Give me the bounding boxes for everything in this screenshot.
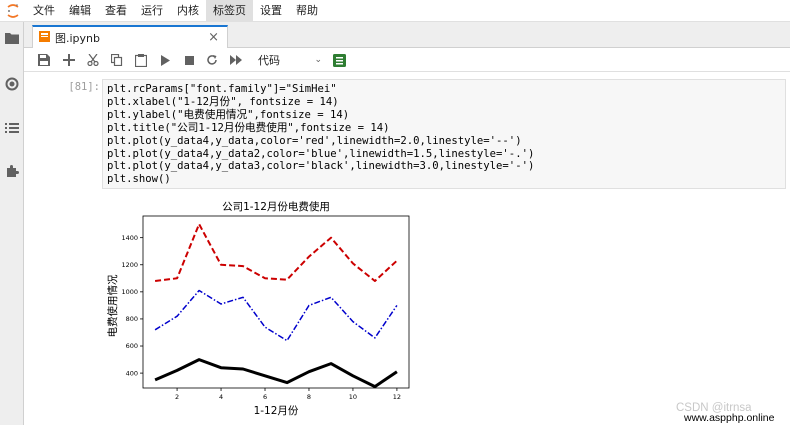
line-chart: 公司1-12月份电费使用 电费使用情况 1-12月份 2 4 6 8 10 12 400 60…	[106, 200, 410, 417]
x-tick-label: 6	[263, 393, 267, 401]
code-line: plt.rcParams["font.family"]="SimHei"	[107, 83, 337, 95]
tab-label: 图.ipynb	[55, 31, 100, 45]
property-inspector-icon[interactable]	[331, 52, 347, 68]
tab-notebook[interactable]: 图.ipynb ×	[32, 25, 228, 48]
x-tick-label: 4	[219, 393, 223, 401]
code-line: plt.ylabel("电费使用情况",fontsize = 14)	[107, 108, 350, 121]
code-line: plt.plot(y_data4,y_data3,color='black',l…	[107, 160, 535, 173]
menu-file[interactable]: 文件	[26, 0, 62, 22]
x-tick-label: 8	[307, 393, 311, 401]
notebook-toolbar: 代码 ⌄	[24, 48, 790, 72]
copy-icon[interactable]	[109, 52, 125, 68]
cell-type-dropdown[interactable]: 代码 ⌄	[256, 52, 322, 68]
cut-icon[interactable]	[85, 52, 101, 68]
chart-title: 公司1-12月份电费使用	[222, 200, 330, 213]
y-tick-label: 1000	[121, 288, 138, 296]
x-tick-label: 2	[175, 393, 179, 401]
x-tick-label: 10	[349, 393, 357, 401]
tab-bar: 图.ipynb ×	[24, 22, 790, 48]
menu-bar: 文件 编辑 查看 运行 内核 标签页 设置 帮助	[0, 0, 790, 22]
close-icon[interactable]: ×	[208, 30, 219, 45]
menu-kernel[interactable]: 内核	[170, 0, 206, 22]
code-editor[interactable]: plt.rcParams["font.family"]="SimHei" plt…	[102, 79, 786, 189]
menu-run[interactable]: 运行	[134, 0, 170, 22]
y-axis-label: 电费使用情况	[106, 274, 119, 337]
code-line: plt.plot(y_data4,y_data2,color='blue',li…	[107, 147, 535, 160]
y-tick-label: 600	[126, 342, 138, 350]
run-icon[interactable]	[157, 52, 173, 68]
menu-help[interactable]: 帮助	[289, 0, 325, 22]
site-watermark: www.aspphp.online	[684, 412, 775, 424]
folder-icon[interactable]	[4, 30, 20, 46]
y-tick-label: 800	[126, 315, 138, 323]
fast-forward-icon[interactable]	[228, 52, 244, 68]
left-sidebar	[0, 22, 24, 425]
toc-icon[interactable]	[4, 120, 20, 136]
menu-tabs[interactable]: 标签页	[206, 0, 253, 22]
series-line-3	[154, 358, 398, 389]
save-icon[interactable]	[36, 52, 52, 68]
series-line-1	[154, 223, 398, 282]
cell-type-label: 代码	[258, 54, 280, 67]
notebook-icon	[39, 30, 50, 45]
code-line: plt.xlabel("1-12月份", fontsize = 14)	[107, 95, 339, 108]
extension-icon[interactable]	[4, 163, 20, 179]
x-tick-label: 12	[393, 393, 401, 401]
menu-edit[interactable]: 编辑	[62, 0, 98, 22]
paste-icon[interactable]	[133, 52, 149, 68]
menu-view[interactable]: 查看	[98, 0, 134, 22]
add-cell-icon[interactable]	[61, 52, 77, 68]
plot-frame	[142, 215, 410, 389]
y-tick-label: 400	[126, 369, 138, 377]
y-tick-label: 1200	[121, 261, 138, 269]
restart-icon[interactable]	[204, 52, 220, 68]
series-line-2	[154, 289, 398, 342]
chevron-down-icon: ⌄	[314, 55, 322, 65]
code-cell[interactable]: [81]: plt.rcParams["font.family"]="SimHe…	[30, 76, 786, 193]
y-tick-label: 1400	[121, 234, 138, 242]
code-line: plt.plot(y_data4,y_data,color='red',line…	[107, 134, 522, 147]
menu-settings[interactable]: 设置	[253, 0, 289, 22]
cell-output: 公司1-12月份电费使用 电费使用情况 1-12月份 2 4 6 8 10 12 400 60…	[100, 196, 420, 425]
stop-icon[interactable]	[181, 52, 197, 68]
code-line: plt.show()	[107, 173, 171, 186]
running-icon[interactable]	[4, 76, 20, 92]
code-line: plt.title("公司1-12月份电费使用",fontsize = 14)	[107, 121, 390, 134]
x-axis-label: 1-12月份	[254, 405, 299, 417]
execution-count: [81]:	[68, 81, 100, 93]
jupyter-logo-icon	[0, 0, 26, 22]
